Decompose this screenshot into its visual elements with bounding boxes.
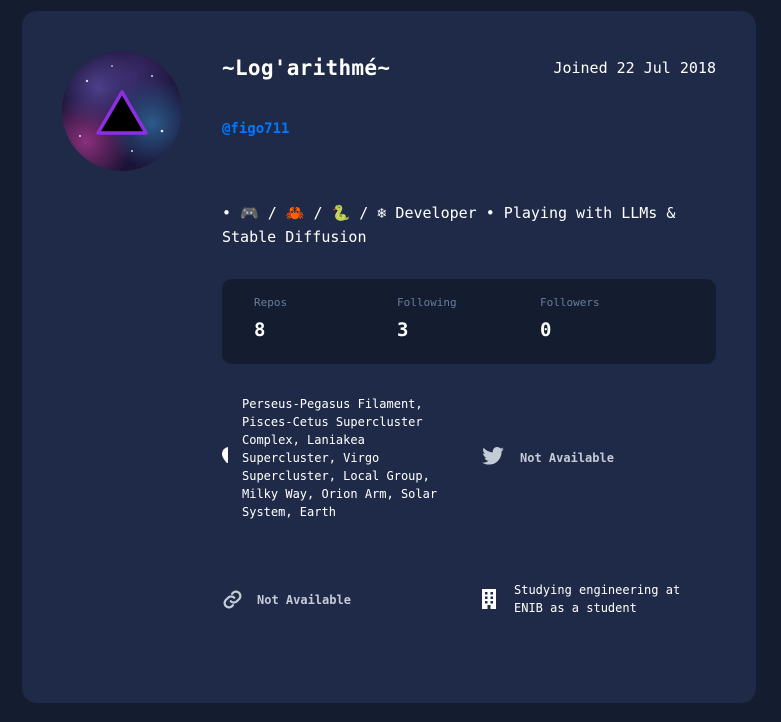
repos-value: 8 (254, 319, 266, 341)
link-icon (222, 589, 243, 615)
avatar-triangle-icon (79, 65, 164, 152)
profile-login-link[interactable]: @figo711 (222, 121, 289, 137)
followers-value: 0 (540, 319, 552, 341)
blog-text: Not Available (257, 593, 351, 607)
joined-date: Joined 22 Jul 2018 (553, 59, 716, 77)
profile-name: ~Log'arithmé~ (222, 56, 391, 80)
following-label: Following (397, 296, 457, 309)
stats-panel: Repos 8 Following 3 Followers 0 (222, 279, 716, 364)
building-icon (482, 589, 496, 614)
location-pin-icon (222, 447, 228, 463)
company-text: Studying engineering at ENIB as a studen… (514, 583, 681, 615)
twitter-text: Not Available (520, 451, 614, 465)
followers-label: Followers (540, 296, 600, 309)
repos-label: Repos (254, 296, 288, 309)
stat-following: Following 3 (397, 296, 457, 341)
location-text: Perseus-Pegasus Filament, Pisces-Cetus S… (242, 397, 438, 519)
following-value: 3 (397, 319, 409, 341)
stat-repos: Repos 8 (254, 296, 287, 341)
stat-followers: Followers 0 (540, 296, 600, 341)
profile-bio: • 🎮 / 🦀 / 🐍 / ❄ Developer • Playing with… (222, 204, 676, 246)
twitter-icon (482, 447, 504, 470)
profile-card: ~Log'arithmé~ Joined 22 Jul 2018 @figo71… (22, 11, 756, 703)
avatar (62, 51, 182, 171)
